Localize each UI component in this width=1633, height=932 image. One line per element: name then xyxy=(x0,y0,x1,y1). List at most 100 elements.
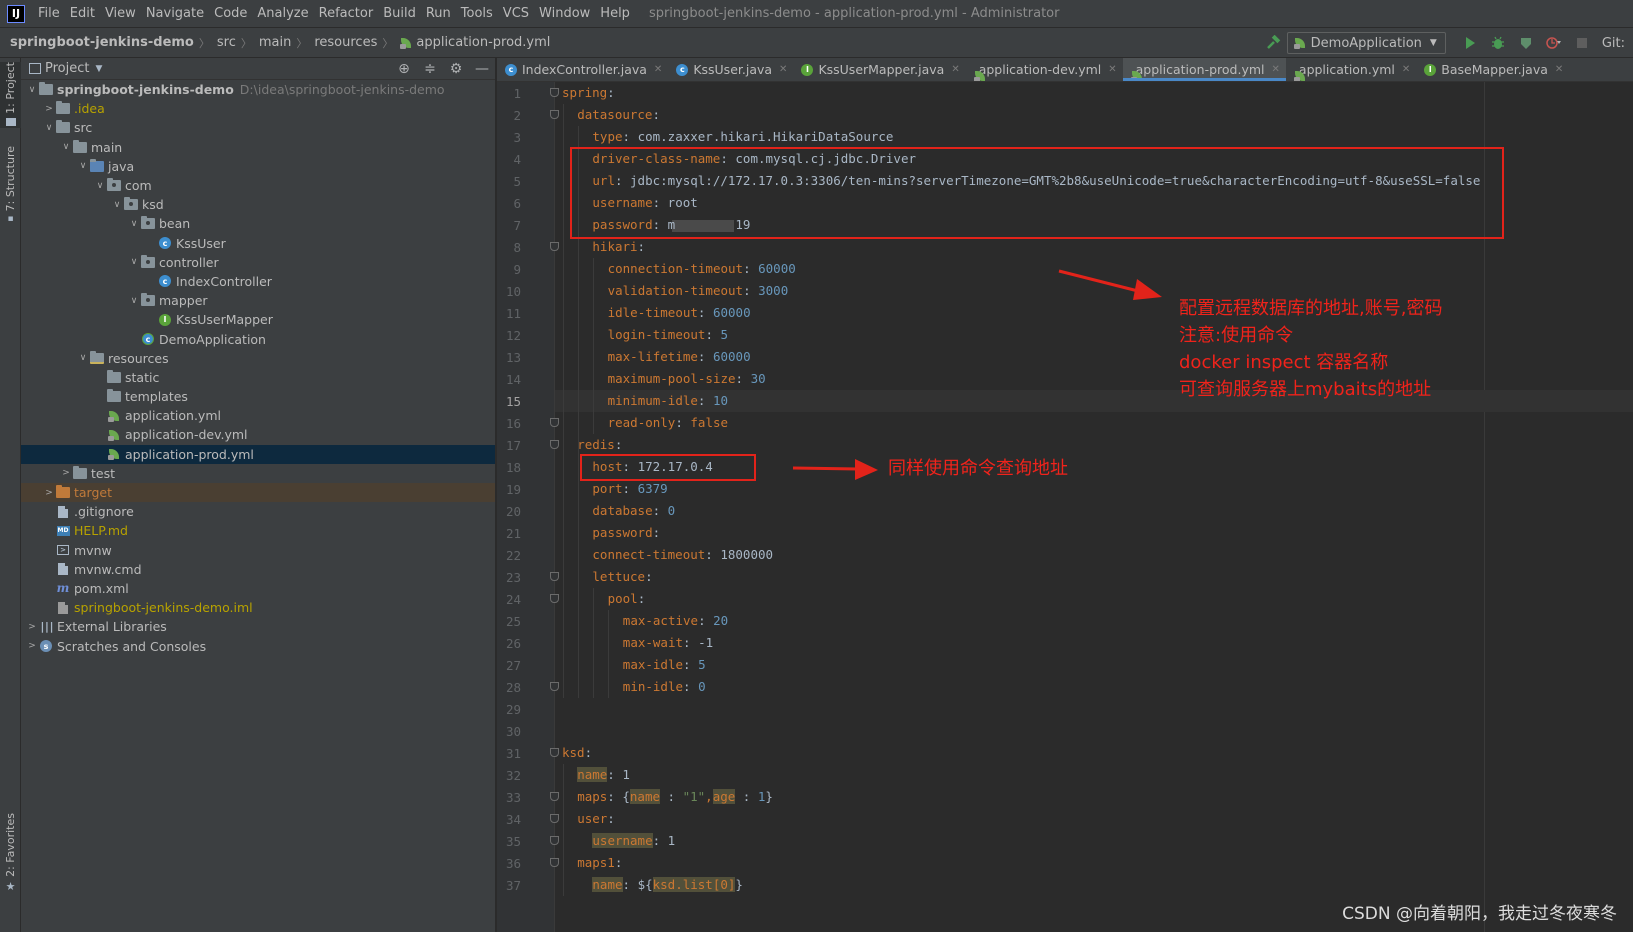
menu-refactor[interactable]: Refactor xyxy=(314,0,379,28)
menu-edit[interactable]: Edit xyxy=(65,0,100,28)
tree-item[interactable]: > target xyxy=(21,482,495,503)
tree-item[interactable]: ∨ controller xyxy=(21,253,495,272)
fold-marker-icon[interactable] xyxy=(550,836,559,845)
editor-tab[interactable]: application.yml ✕ xyxy=(1286,58,1416,81)
tree-item[interactable]: > .idea xyxy=(21,99,495,118)
fold-marker-icon[interactable] xyxy=(550,814,559,823)
tree-item[interactable]: mvnw.cmd xyxy=(21,560,495,579)
menu-build[interactable]: Build xyxy=(378,0,421,28)
tree-item[interactable]: application-dev.yml xyxy=(21,425,495,444)
menu-file[interactable]: File xyxy=(33,0,65,28)
close-icon[interactable]: ✕ xyxy=(1555,64,1563,75)
editor-tab[interactable]: c IndexController.java ✕ xyxy=(497,58,668,81)
coverage-icon[interactable] xyxy=(1515,32,1537,54)
tree-item[interactable]: ∨ mapper xyxy=(21,291,495,310)
breadcrumb-item[interactable]: src xyxy=(213,35,238,50)
locate-file-icon[interactable]: ⊕ xyxy=(391,61,417,77)
project-panel-title[interactable]: Project xyxy=(45,61,89,76)
chevron-down-icon[interactable]: ∨ xyxy=(127,219,141,229)
tree-item[interactable]: c IndexController xyxy=(21,272,495,291)
profiler-icon[interactable] xyxy=(1543,32,1565,54)
close-icon[interactable]: ✕ xyxy=(1272,64,1280,75)
editor-tab[interactable]: application-dev.yml ✕ xyxy=(966,58,1123,81)
chevron-down-icon[interactable]: ∨ xyxy=(76,353,90,363)
chevron-down-icon[interactable]: ∨ xyxy=(25,85,39,95)
chevron-right-icon[interactable]: > xyxy=(42,488,56,498)
editor-tab[interactable]: I KssUserMapper.java ✕ xyxy=(793,58,965,81)
breadcrumb-item[interactable]: main xyxy=(255,35,293,50)
tree-item[interactable]: c DemoApplication xyxy=(21,329,495,348)
chevron-down-icon[interactable]: ∨ xyxy=(93,181,107,191)
editor-tab[interactable]: I BaseMapper.java ✕ xyxy=(1416,58,1569,81)
tool-tab-structure[interactable]: 7: Structure ▪ xyxy=(0,146,21,226)
build-hammer-icon[interactable] xyxy=(1262,32,1284,54)
tool-tab-project[interactable]: 1: Project xyxy=(0,62,21,128)
tree-item[interactable]: application-prod.yml xyxy=(21,444,495,464)
chevron-down-icon[interactable]: ∨ xyxy=(127,296,141,306)
debug-bug-icon[interactable] xyxy=(1487,32,1509,54)
run-icon[interactable] xyxy=(1459,32,1481,54)
tree-item[interactable]: ∨ main xyxy=(21,138,495,157)
fold-marker-icon[interactable] xyxy=(550,242,559,251)
collapse-all-icon[interactable]: ≑ xyxy=(417,61,443,77)
hide-panel-icon[interactable]: — xyxy=(469,61,495,77)
tree-item[interactable]: ∨ src xyxy=(21,118,495,137)
fold-marker-icon[interactable] xyxy=(550,418,559,427)
tree-item[interactable]: MD HELP.md xyxy=(21,521,495,540)
breadcrumb-item[interactable]: springboot-jenkins-demo xyxy=(0,35,196,50)
chevron-down-icon[interactable]: ∨ xyxy=(127,257,141,267)
run-config-selector[interactable]: DemoApplication ▼ xyxy=(1286,32,1446,54)
tree-item[interactable]: > mvnw xyxy=(21,541,495,560)
editor-tab[interactable]: c KssUser.java ✕ xyxy=(668,58,793,81)
tree-item[interactable]: ∨ ksd xyxy=(21,195,495,214)
close-icon[interactable]: ✕ xyxy=(779,64,787,75)
close-icon[interactable]: ✕ xyxy=(1108,64,1116,75)
tree-item[interactable]: .gitignore xyxy=(21,502,495,521)
tree-item[interactable]: > s Scratches and Consoles xyxy=(21,636,495,655)
close-icon[interactable]: ✕ xyxy=(654,64,662,75)
chevron-down-icon[interactable]: ∨ xyxy=(59,142,73,152)
tree-item[interactable]: ∨ com xyxy=(21,176,495,195)
menu-run[interactable]: Run xyxy=(421,0,456,28)
fold-marker-icon[interactable] xyxy=(550,88,559,97)
tree-item[interactable]: templates xyxy=(21,387,495,406)
menu-help[interactable]: Help xyxy=(595,0,635,28)
breadcrumb-item[interactable]: application-prod.yml xyxy=(396,35,552,50)
chevron-down-icon[interactable]: ∨ xyxy=(42,123,56,133)
gear-icon[interactable]: ⚙ xyxy=(443,61,469,77)
tree-item[interactable]: ∨ java xyxy=(21,157,495,176)
chevron-down-icon[interactable]: ▼ xyxy=(95,64,102,74)
menu-view[interactable]: View xyxy=(100,0,141,28)
menu-tools[interactable]: Tools xyxy=(456,0,498,28)
tree-item[interactable]: static xyxy=(21,368,495,387)
close-icon[interactable]: ✕ xyxy=(951,64,959,75)
tree-item[interactable]: I KssUserMapper xyxy=(21,310,495,329)
chevron-right-icon[interactable]: > xyxy=(25,622,39,632)
chevron-right-icon[interactable]: > xyxy=(42,104,56,114)
tree-item[interactable]: springboot-jenkins-demo.iml xyxy=(21,598,495,617)
tree-item[interactable]: ∨ resources xyxy=(21,349,495,368)
tree-item[interactable]: ∨ bean xyxy=(21,214,495,233)
fold-marker-icon[interactable] xyxy=(550,748,559,757)
fold-marker-icon[interactable] xyxy=(550,792,559,801)
fold-marker-icon[interactable] xyxy=(550,594,559,603)
menu-analyze[interactable]: Analyze xyxy=(252,0,313,28)
menu-navigate[interactable]: Navigate xyxy=(141,0,209,28)
tree-item[interactable]: > ||| External Libraries xyxy=(21,617,495,636)
chevron-right-icon[interactable]: > xyxy=(25,641,39,651)
stop-icon[interactable] xyxy=(1571,32,1593,54)
fold-marker-icon[interactable] xyxy=(550,440,559,449)
fold-marker-icon[interactable] xyxy=(550,572,559,581)
menu-code[interactable]: Code xyxy=(209,0,252,28)
tree-item[interactable]: c KssUser xyxy=(21,234,495,253)
editor-tab[interactable]: application-prod.yml ✕ xyxy=(1122,58,1287,81)
chevron-down-icon[interactable]: ∨ xyxy=(110,200,124,210)
fold-marker-icon[interactable] xyxy=(550,858,559,867)
breadcrumb-item[interactable]: resources xyxy=(310,35,379,50)
close-icon[interactable]: ✕ xyxy=(1402,64,1410,75)
tree-item[interactable]: > test xyxy=(21,464,495,483)
tool-tab-favorites[interactable]: 2: Favorites ★ xyxy=(0,813,21,893)
fold-marker-icon[interactable] xyxy=(550,682,559,691)
tree-item[interactable]: m pom.xml xyxy=(21,579,495,598)
tree-item[interactable]: ∨ springboot-jenkins-demo D:\idea\springbo… xyxy=(21,80,495,99)
